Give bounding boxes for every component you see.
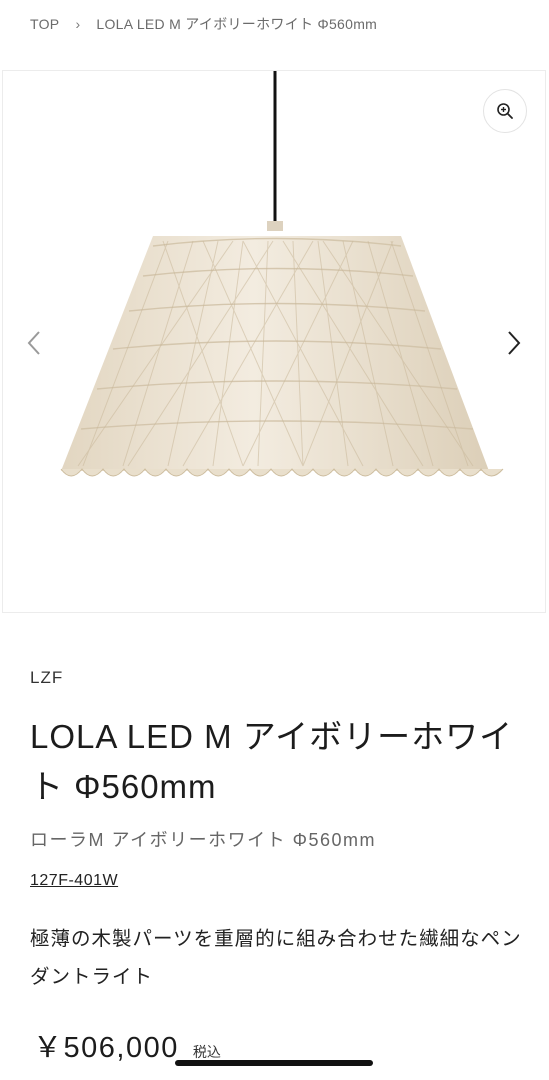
product-image-gallery[interactable]: [2, 70, 546, 613]
home-indicator: [175, 1060, 373, 1066]
zoom-button[interactable]: [483, 89, 527, 133]
product-price: ￥506,000: [33, 1032, 179, 1064]
product-subtitle: ローラM アイボリーホワイト Φ560mm: [30, 830, 376, 850]
breadcrumb-separator: ›: [75, 16, 81, 32]
product-title: LOLA LED M アイボリーホワイト Φ560mm: [30, 718, 514, 805]
product-image-pendant-lamp: [60, 71, 504, 477]
product-description: 極薄の木製パーツを重層的に組み合わせた繊細なペンダントライト: [30, 928, 522, 988]
breadcrumb-current: LOLA LED M アイボリーホワイト Φ560mm: [96, 16, 378, 32]
chevron-right-icon: [508, 331, 521, 355]
chevron-left-icon: [27, 331, 40, 355]
breadcrumb: TOP › LOLA LED M アイボリーホワイト Φ560mm: [30, 14, 377, 34]
next-image-button[interactable]: [499, 323, 529, 363]
previous-image-button[interactable]: [19, 323, 49, 363]
zoom-in-icon: [497, 103, 513, 119]
breadcrumb-home-link[interactable]: TOP: [30, 16, 59, 32]
product-vendor[interactable]: LZF: [30, 668, 63, 688]
tax-label: 税込: [192, 1044, 221, 1060]
product-sku: 127F-401W: [30, 872, 119, 889]
